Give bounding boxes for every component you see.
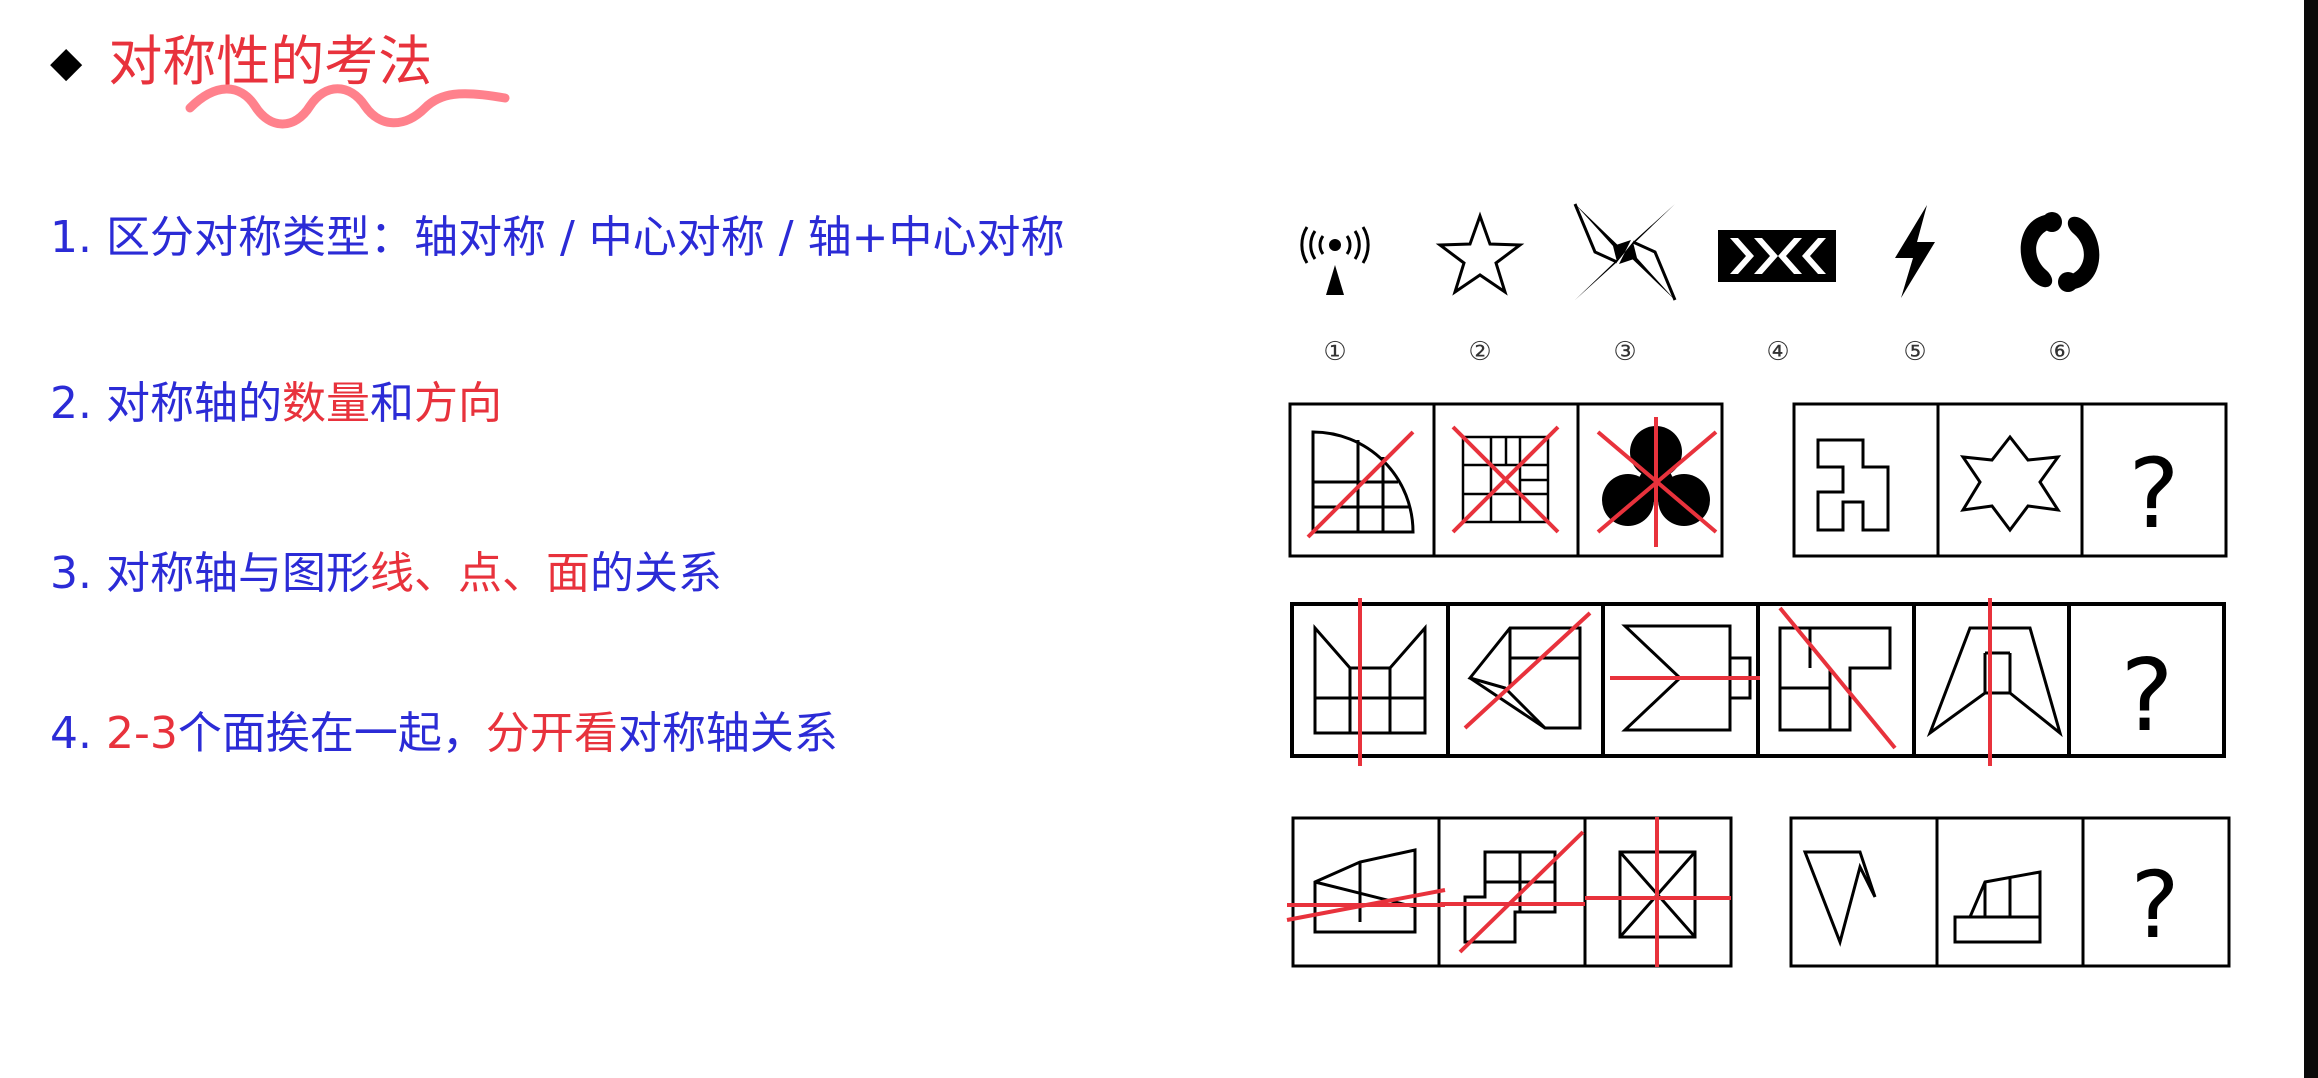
point-4: 4. 2-3个面挨在一起，分开看对称轴关系	[50, 708, 838, 761]
point-2-text-c: 和	[369, 378, 414, 429]
point-3: 3. 对称轴与图形线、点、面的关系	[50, 548, 722, 601]
point-2-text-b: 数量	[281, 378, 370, 429]
notched-rect-figure	[1778, 606, 1897, 750]
symmetry-symbols: ① ② ③ ④ ⑤ ⑥	[1300, 203, 2100, 367]
question-mark-1: ?	[2129, 438, 2180, 550]
lightning-icon	[1895, 205, 1935, 298]
star-icon	[1435, 211, 1525, 296]
tower-figure	[1926, 598, 2063, 766]
point-3-number: 3.	[50, 548, 92, 599]
yin-yang-icon	[2020, 212, 2100, 292]
stair-block-figure	[1440, 830, 1585, 954]
point-4-text-d: 对称轴关系	[617, 708, 838, 759]
symbol-label-5: ⑤	[1903, 337, 1926, 367]
arrow-block-figure	[1610, 624, 1760, 732]
point-3-text-a: 对称轴与图形	[105, 548, 370, 599]
question-mark-2: ?	[2120, 637, 2173, 754]
puzzle-row-3: ?	[1286, 816, 2231, 968]
question-mark-3: ?	[2131, 852, 2180, 959]
handwritten-underline	[185, 84, 510, 129]
chevron-strip-icon	[1718, 230, 1836, 282]
point-3-text-c: 的关系	[589, 548, 722, 599]
point-4-number: 4.	[50, 708, 92, 759]
quarter-circle-figure	[1306, 430, 1415, 539]
puzzle-row-1: ?	[1288, 402, 2228, 558]
point-4-text-a: 2-3	[105, 708, 178, 759]
symbol-label-4: ④	[1766, 337, 1789, 367]
point-2-text-a: 对称轴的	[105, 378, 282, 429]
symbol-label-1: ①	[1323, 337, 1346, 367]
trefoil-figure	[1596, 417, 1718, 547]
antenna-icon	[1300, 226, 1370, 295]
grid-square-figure	[1451, 425, 1560, 534]
point-2-number: 2.	[50, 378, 92, 429]
point-4-text-c: 分开看	[485, 708, 618, 759]
point-3-text-b: 线、点、面	[369, 548, 590, 599]
point-1-text-a: 区分对称类型：轴对称 / 中心对称 / 轴+中心对称	[105, 212, 1065, 263]
point-1: 1. 区分对称类型：轴对称 / 中心对称 / 轴+中心对称	[50, 212, 1064, 265]
trapezoid-figure	[1286, 848, 1446, 934]
folded-square-figure	[1463, 611, 1592, 730]
symbol-label-2: ②	[1468, 337, 1491, 367]
book-figure	[1313, 598, 1427, 766]
puzzle-row-2: ?	[1290, 598, 2226, 766]
right-edge-bar	[2304, 0, 2318, 1078]
symbol-label-6: ⑥	[2048, 337, 2071, 367]
point-4-text-b: 个面挨在一起，	[177, 708, 486, 759]
l-block-figure	[1953, 870, 2042, 944]
hexastar-figure	[1959, 434, 2062, 533]
triangle-flag-figure	[1802, 850, 1877, 947]
symbol-label-3: ③	[1613, 337, 1636, 367]
split-square-figure	[1585, 817, 1731, 967]
step-shape-figure	[1816, 438, 1890, 532]
diamond-bullet-icon: ◆	[50, 37, 83, 87]
point-1-number: 1.	[50, 212, 92, 263]
point-2-text-d: 方向	[413, 378, 502, 429]
pinwheel-icon	[1573, 203, 1677, 301]
point-2: 2. 对称轴的数量和方向	[50, 378, 502, 431]
